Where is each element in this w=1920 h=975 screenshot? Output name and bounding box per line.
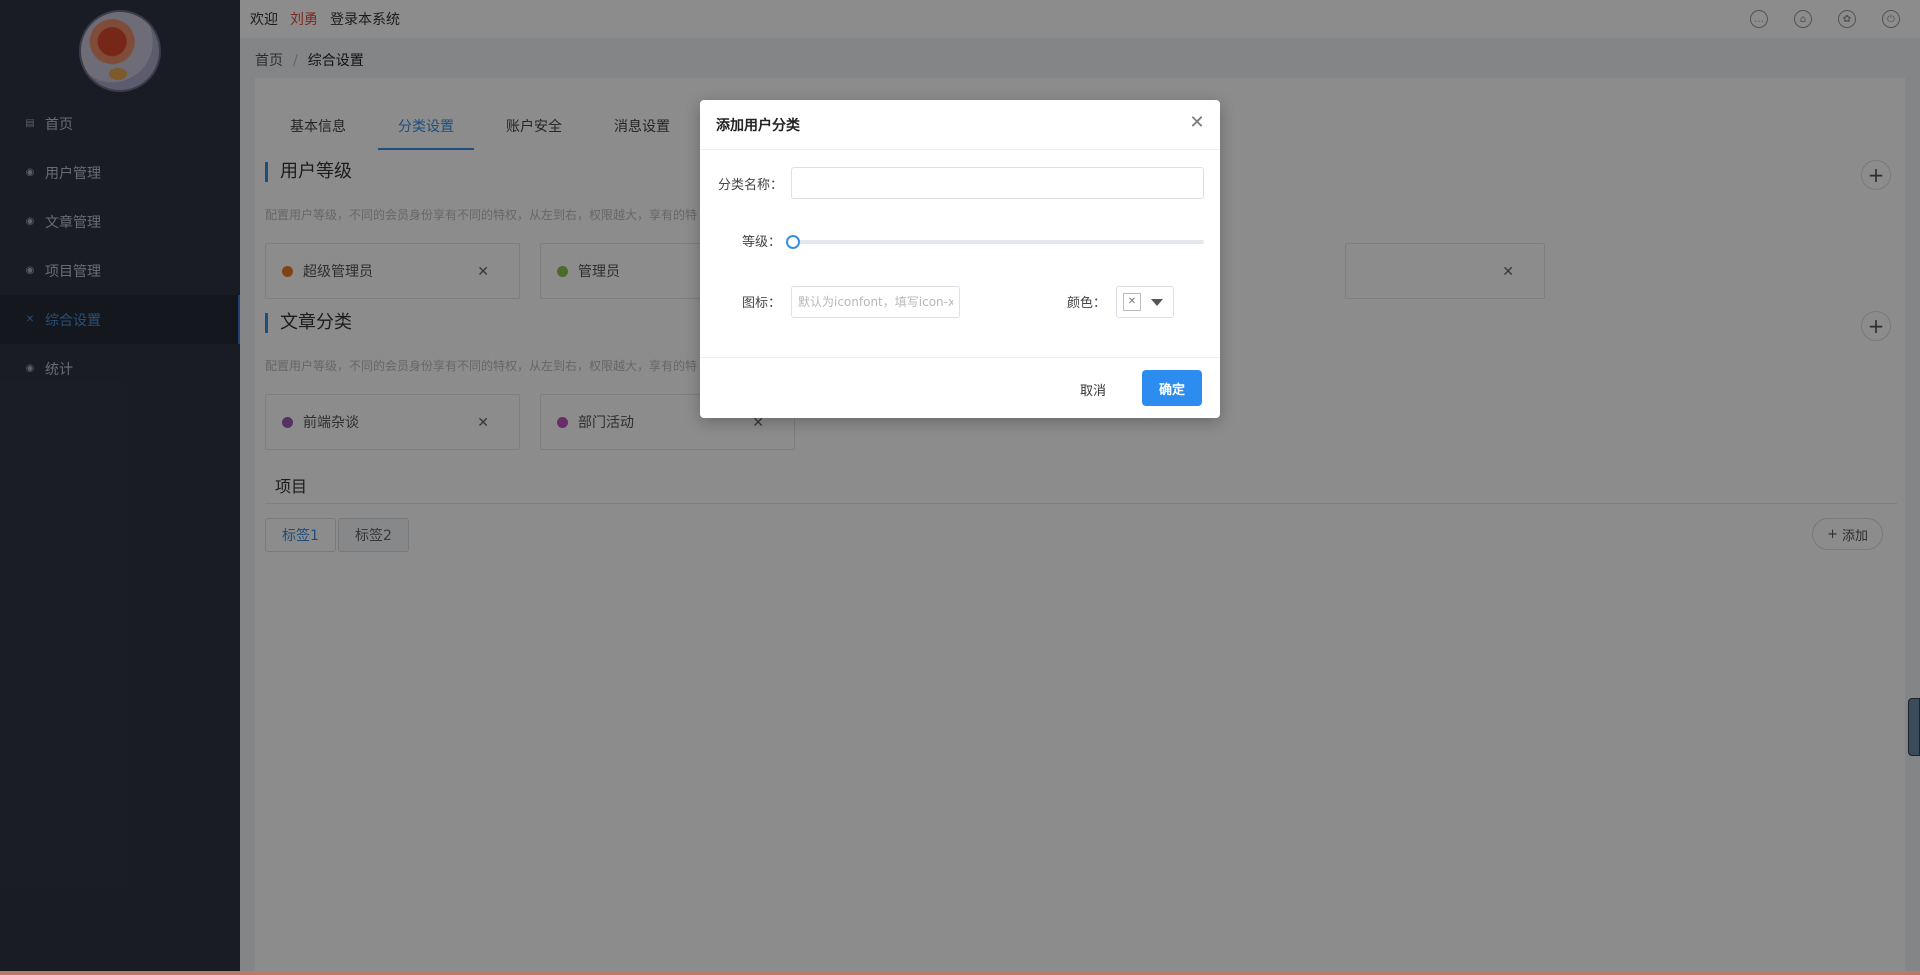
cancel-button[interactable]: 取消 bbox=[1066, 372, 1120, 406]
dialog-footer: 取消 确定 bbox=[700, 357, 1220, 418]
confirm-button[interactable]: 确定 bbox=[1142, 370, 1202, 406]
dialog-header: 添加用户分类 ✕ bbox=[700, 100, 1220, 150]
side-widget[interactable] bbox=[1908, 698, 1920, 756]
add-user-category-dialog: 添加用户分类 ✕ 分类名称： 等级： 图标： 颜色： ✕ 取消 确定 bbox=[700, 100, 1220, 418]
level-slider-track[interactable] bbox=[792, 240, 1204, 244]
color-label: 颜色： bbox=[1067, 296, 1107, 311]
icon-label: 图标： bbox=[742, 296, 782, 311]
icon-input[interactable] bbox=[791, 286, 960, 318]
category-name-input[interactable] bbox=[791, 167, 1204, 199]
color-picker[interactable]: ✕ bbox=[1116, 286, 1174, 318]
level-slider-handle[interactable] bbox=[786, 235, 800, 249]
category-name-label: 分类名称： bbox=[718, 178, 784, 193]
bottom-strip bbox=[0, 971, 1920, 975]
level-label: 等级： bbox=[742, 235, 782, 250]
chevron-down-icon bbox=[1151, 298, 1163, 306]
dialog-title: 添加用户分类 bbox=[716, 117, 800, 134]
close-icon[interactable]: ✕ bbox=[1188, 114, 1206, 132]
empty-color-icon: ✕ bbox=[1123, 293, 1141, 311]
